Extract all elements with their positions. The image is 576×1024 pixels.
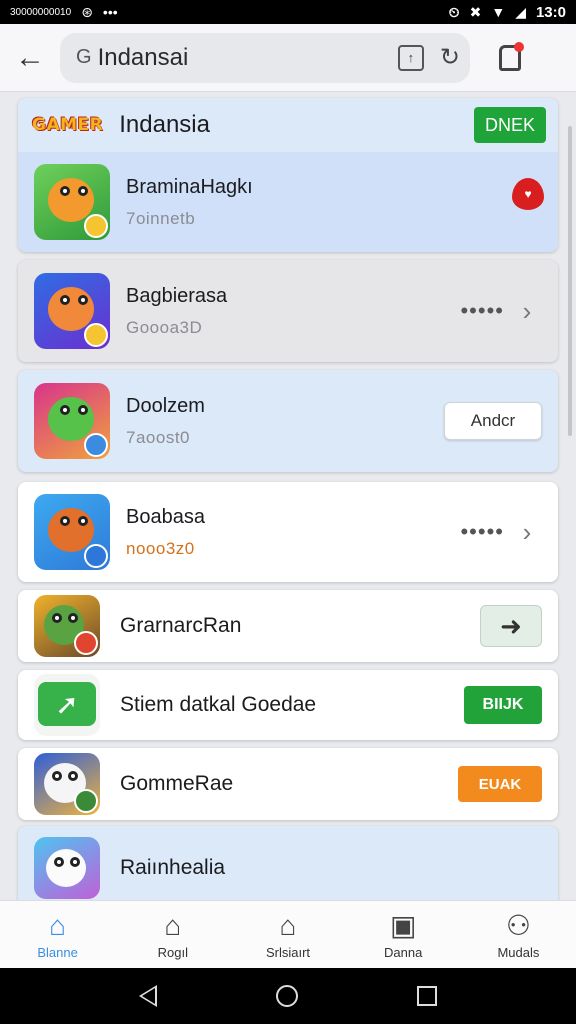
more-icon[interactable]: ••••• bbox=[460, 298, 504, 324]
notification-button[interactable] bbox=[490, 38, 530, 78]
system-back-icon[interactable] bbox=[139, 985, 158, 1007]
nav-item-2[interactable]: ⌂ Rogıl bbox=[115, 901, 230, 968]
app-title: GommeRae bbox=[120, 772, 234, 795]
orange-action-button[interactable]: EUAK bbox=[458, 766, 542, 802]
top-bar: ← G Indansai ↑ ↻ bbox=[0, 24, 576, 92]
nav-item-3[interactable]: ⌂ Srlsiaırt bbox=[230, 901, 345, 968]
open-button[interactable]: DNEK bbox=[474, 107, 546, 143]
arrow-icon: ➚ bbox=[38, 682, 96, 726]
app-icon bbox=[34, 383, 110, 459]
scrollbar[interactable] bbox=[568, 126, 572, 436]
green-action-button[interactable]: BIIJK bbox=[464, 686, 542, 724]
wifi-icon: ▼ bbox=[491, 4, 506, 20]
list-item[interactable]: GrarnarcRan ➜ bbox=[18, 590, 558, 662]
back-arrow-icon[interactable]: ← bbox=[0, 28, 60, 88]
search-engine-icon: G bbox=[76, 46, 92, 68]
list-item[interactable]: Doolzem 7aoost0 Andcr bbox=[18, 370, 558, 472]
app-title: Stiem datkal Goedae bbox=[120, 693, 317, 716]
system-navigation bbox=[0, 968, 576, 1024]
featured-card: GAMER Indansia DNEK BraminaHagkı 7oinnet… bbox=[18, 98, 558, 252]
list-item[interactable]: GommeRae EUAK bbox=[18, 748, 558, 820]
arrow-right-button[interactable]: ➜ bbox=[480, 605, 542, 647]
system-home-icon[interactable] bbox=[275, 985, 298, 1007]
app-title: BraminaHagkı bbox=[126, 175, 253, 198]
app-notification-icon: ⊛ bbox=[81, 3, 93, 20]
home-icon: ⌂ bbox=[49, 910, 67, 941]
add-button[interactable]: Andcr bbox=[444, 402, 542, 440]
app-icon bbox=[34, 837, 100, 899]
app-list[interactable]: GAMER Indansia DNEK BraminaHagkı 7oinnet… bbox=[0, 92, 576, 900]
app-icon bbox=[34, 753, 100, 815]
section-title: Indansia bbox=[119, 111, 210, 138]
app-title: Raiınhealia bbox=[120, 856, 226, 879]
person-icon: ⚇ bbox=[505, 910, 531, 941]
app-icon bbox=[34, 494, 110, 570]
reload-icon[interactable]: ↻ bbox=[440, 43, 460, 72]
list-item[interactable]: Bagbierasa Goooa3D ••••• › bbox=[18, 260, 558, 362]
list-item[interactable]: ➚ Stiem datkal Goedae BIIJK bbox=[18, 670, 558, 740]
list-item[interactable]: Boabasa nooo3z0 ••••• › bbox=[18, 482, 558, 582]
list-item[interactable]: BraminaHagkı 7oinnetb ♥ bbox=[18, 152, 558, 252]
featured-header: GAMER Indansia DNEK bbox=[18, 98, 558, 152]
app-title: Bagbierasa bbox=[126, 284, 228, 307]
search-input[interactable]: Indansai bbox=[98, 44, 398, 72]
status-text: 30000000010 bbox=[10, 6, 72, 18]
bottom-navigation: ⌂ Blanne ⌂ Rogıl ⌂ Srlsiaırt ▣ Danna ⚇ M… bbox=[0, 900, 576, 968]
home-icon: ⌂ bbox=[279, 910, 297, 941]
more-icon[interactable]: ••••• bbox=[460, 519, 504, 545]
nav-item-home[interactable]: ⌂ Blanne bbox=[0, 901, 115, 968]
app-icon bbox=[34, 595, 100, 657]
app-icon bbox=[34, 273, 110, 349]
nav-label: Blanne bbox=[37, 945, 78, 960]
chevron-right-icon[interactable]: › bbox=[512, 517, 542, 548]
alarm-icon: ⏲ bbox=[448, 3, 460, 20]
nfc-icon: ✖ bbox=[469, 3, 482, 20]
nav-label: Rogıl bbox=[157, 945, 188, 960]
games-logo: GAMER bbox=[32, 115, 104, 135]
nav-item-4[interactable]: ▣ Danna bbox=[346, 901, 461, 968]
app-subtitle: nooo3z0 bbox=[126, 538, 195, 558]
tabs-icon[interactable]: ↑ bbox=[397, 44, 424, 71]
app-title: Boabasa bbox=[126, 505, 205, 528]
status-time: 13:0 bbox=[535, 3, 566, 21]
app-subtitle: 7oinnetb bbox=[126, 208, 196, 228]
app-icon bbox=[34, 164, 110, 240]
app-subtitle: Goooa3D bbox=[126, 317, 203, 337]
app-icon: ➚ bbox=[34, 674, 100, 736]
search-box[interactable]: G Indansai ↑ ↻ bbox=[60, 32, 470, 83]
heart-icon[interactable]: ♥ bbox=[512, 178, 544, 210]
nav-label: Srlsiaırt bbox=[265, 945, 311, 960]
chevron-right-icon[interactable]: › bbox=[512, 296, 542, 327]
nav-label: Danna bbox=[384, 945, 423, 960]
status-bar: 30000000010 ⊛ ••• ⏲ ✖ ▼ ◢ 13:0 bbox=[0, 0, 576, 24]
system-recents-icon[interactable] bbox=[416, 986, 437, 1006]
home-icon: ⌂ bbox=[164, 910, 182, 941]
more-notifications-icon: ••• bbox=[102, 4, 118, 20]
list-item[interactable]: Raiınhealia bbox=[18, 826, 558, 900]
app-title: Doolzem bbox=[126, 394, 205, 417]
book-icon: ▣ bbox=[389, 910, 417, 941]
nav-label: Mudals bbox=[497, 945, 540, 960]
signal-icon: ◢ bbox=[515, 3, 526, 20]
notification-dot bbox=[514, 41, 524, 52]
app-subtitle: 7aoost0 bbox=[126, 427, 190, 447]
app-title: GrarnarcRan bbox=[120, 614, 242, 637]
nav-item-5[interactable]: ⚇ Mudals bbox=[461, 901, 576, 968]
